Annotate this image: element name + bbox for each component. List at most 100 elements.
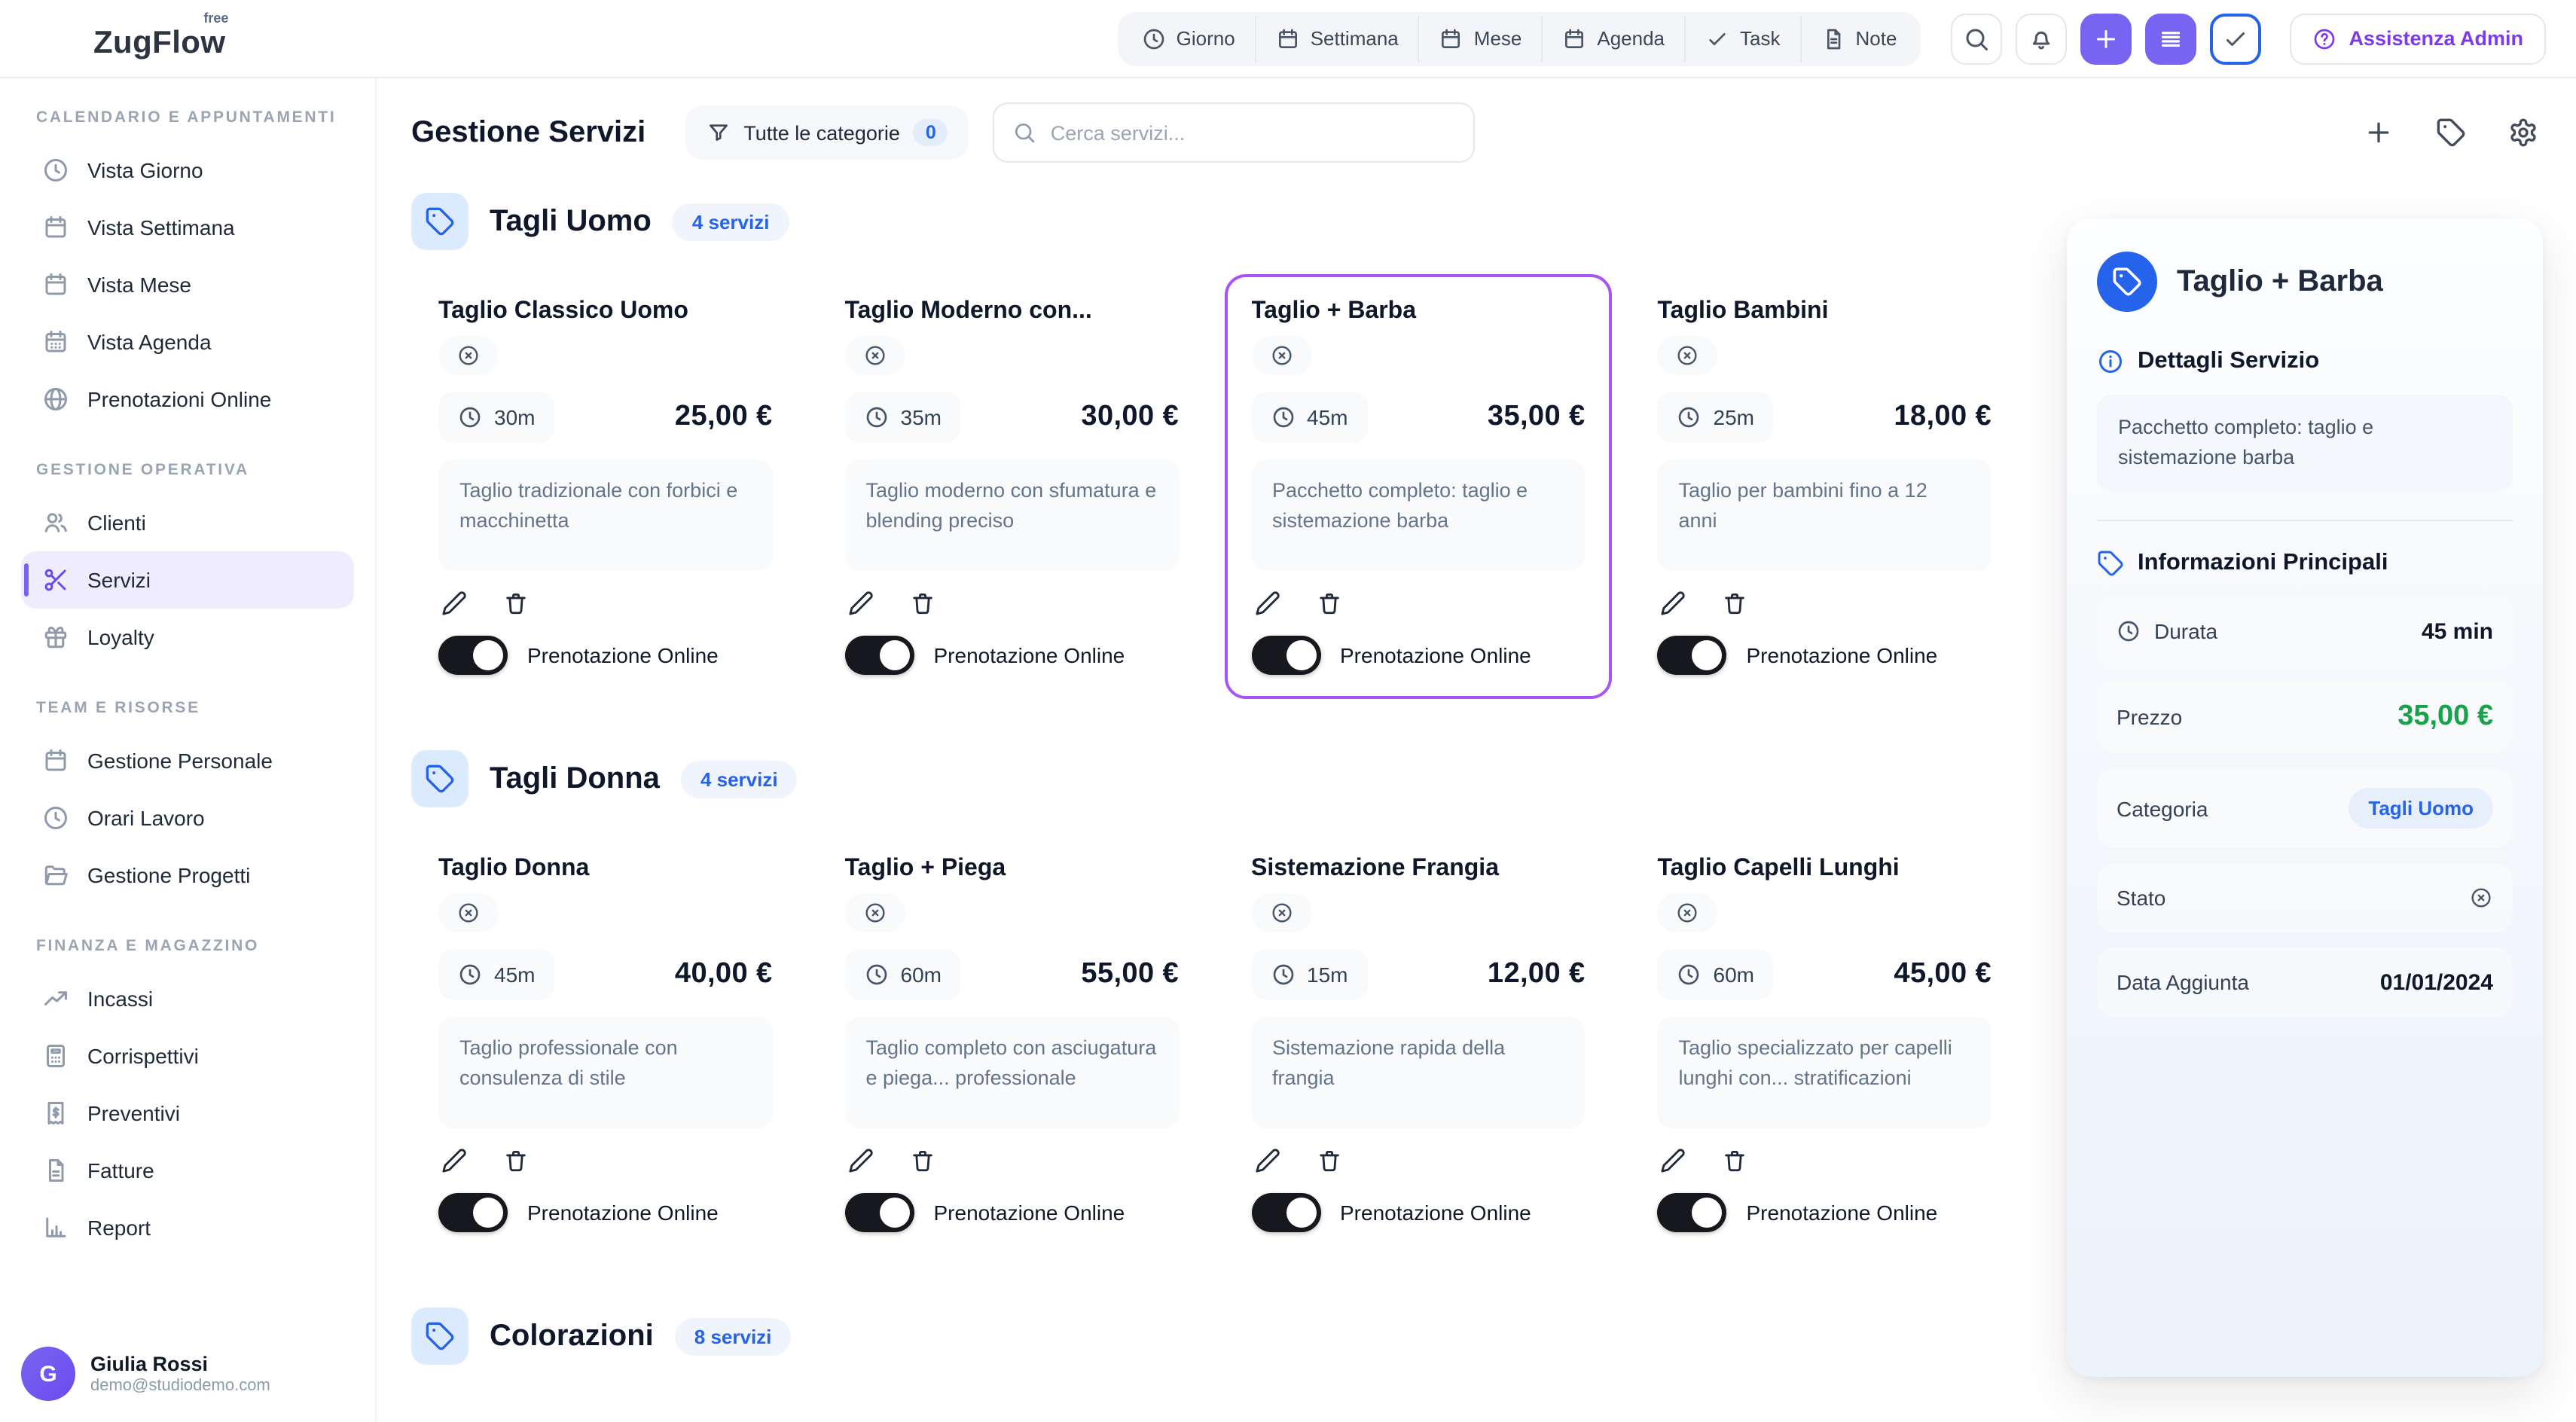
pencil-icon bbox=[848, 1148, 874, 1173]
tab-note[interactable]: Note bbox=[1800, 16, 1917, 61]
category-tag-icon bbox=[411, 1308, 469, 1365]
service-card[interactable]: Taglio Classico Uomo 30m 25,00 € Taglio … bbox=[411, 274, 800, 699]
delete-button[interactable] bbox=[1316, 1148, 1341, 1173]
service-card[interactable]: Sistemazione Frangia 15m 12,00 € Sistema… bbox=[1224, 832, 1613, 1256]
tab-agenda[interactable]: Agenda bbox=[1541, 16, 1684, 61]
sidebar-item-fatture[interactable]: Fatture bbox=[21, 1142, 354, 1199]
tag-icon bbox=[2097, 550, 2124, 577]
sidebar-item-report[interactable]: Report bbox=[21, 1199, 354, 1256]
add-service-button[interactable] bbox=[2364, 117, 2394, 152]
delete-button[interactable] bbox=[1723, 1148, 1748, 1173]
atom-logo-icon bbox=[30, 13, 81, 64]
edit-button[interactable] bbox=[441, 590, 467, 616]
tab-giorno[interactable]: Giorno bbox=[1122, 16, 1255, 61]
tab-mese[interactable]: Mese bbox=[1418, 16, 1542, 61]
gear-icon bbox=[2508, 117, 2538, 148]
edit-button[interactable] bbox=[1254, 590, 1280, 616]
brand-logo[interactable]: ZugFlow free bbox=[30, 13, 225, 64]
sidebar-item-preventivi[interactable]: Preventivi bbox=[21, 1085, 354, 1142]
settings-button[interactable] bbox=[2508, 117, 2538, 152]
user-profile[interactable]: G Giulia Rossi demo@studiodemo.com bbox=[21, 1347, 354, 1401]
calendar-icon bbox=[42, 214, 69, 241]
info-icon bbox=[2097, 348, 2124, 375]
edit-button[interactable] bbox=[1254, 1148, 1280, 1173]
sidebar-item-gestione-progetti[interactable]: Gestione Progetti bbox=[21, 847, 354, 904]
online-booking-toggle[interactable] bbox=[1251, 1193, 1320, 1232]
note-icon bbox=[1821, 26, 1845, 50]
delete-button[interactable] bbox=[910, 1148, 935, 1173]
service-description: Taglio per bambini fino a 12 anni bbox=[1658, 459, 1992, 571]
sidebar-item-label: Gestione Personale bbox=[87, 749, 273, 773]
x-circle-icon bbox=[1269, 343, 1293, 368]
online-booking-toggle[interactable] bbox=[845, 636, 914, 675]
calendar-icon bbox=[1562, 26, 1586, 50]
price-label: 25,00 € bbox=[675, 401, 773, 434]
service-card[interactable]: Taglio Donna 45m 40,00 € Taglio professi… bbox=[411, 832, 800, 1256]
sidebar-item-vista-giorno[interactable]: Vista Giorno bbox=[21, 142, 354, 199]
sidebar-item-vista-settimana[interactable]: Vista Settimana bbox=[21, 199, 354, 256]
edit-button[interactable] bbox=[848, 1148, 874, 1173]
search-input[interactable] bbox=[1051, 121, 1456, 144]
service-card-selected[interactable]: Taglio + Barba 45m 35,00 € Pacchetto com… bbox=[1224, 274, 1613, 699]
info-row-prezzo: Prezzo 35,00 € bbox=[2097, 681, 2513, 753]
sidebar-item-loyalty[interactable]: Loyalty bbox=[21, 609, 354, 666]
category-tag-icon bbox=[411, 750, 469, 807]
tab-task[interactable]: Task bbox=[1684, 16, 1799, 61]
online-booking-toggle[interactable] bbox=[438, 1193, 508, 1232]
search-button[interactable] bbox=[1951, 13, 2002, 64]
delete-button[interactable] bbox=[1316, 590, 1341, 616]
menu-button[interactable] bbox=[2145, 13, 2196, 64]
edit-button[interactable] bbox=[1661, 1148, 1686, 1173]
sidebar-item-vista-agenda[interactable]: Vista Agenda bbox=[21, 313, 354, 371]
categories-button[interactable] bbox=[2436, 117, 2466, 152]
delete-button[interactable] bbox=[503, 590, 529, 616]
tasks-done-button[interactable] bbox=[2210, 13, 2261, 64]
x-circle-icon bbox=[456, 901, 481, 925]
online-booking-toggle[interactable] bbox=[845, 1193, 914, 1232]
edit-button[interactable] bbox=[848, 590, 874, 616]
sidebar-item-prenotazioni-online[interactable]: Prenotazioni Online bbox=[21, 371, 354, 428]
sidebar-item-orari-lavoro[interactable]: Orari Lavoro bbox=[21, 789, 354, 847]
admin-support-button[interactable]: Assistenza Admin bbox=[2290, 13, 2546, 64]
sidebar-item-vista-mese[interactable]: Vista Mese bbox=[21, 256, 354, 313]
categoria-value-badge[interactable]: Tagli Uomo bbox=[2349, 788, 2493, 828]
category-section-tagli-donna: Tagli Donna 4 servizi Taglio Donna 45m 4… bbox=[411, 750, 2019, 1256]
search-icon bbox=[1013, 121, 1037, 145]
service-card[interactable]: Taglio Moderno con... 35m 30,00 € Taglio… bbox=[818, 274, 1207, 699]
sidebar-item-label: Vista Giorno bbox=[87, 158, 203, 182]
services-search[interactable] bbox=[993, 102, 1476, 163]
online-booking-toggle[interactable] bbox=[1658, 636, 1727, 675]
edit-button[interactable] bbox=[441, 1148, 467, 1173]
online-booking-toggle[interactable] bbox=[1658, 1193, 1727, 1232]
online-booking-toggle[interactable] bbox=[1251, 636, 1320, 675]
notifications-button[interactable] bbox=[2016, 13, 2067, 64]
sidebar-item-servizi[interactable]: Servizi bbox=[21, 551, 354, 609]
tab-label: Mese bbox=[1474, 27, 1522, 50]
service-card[interactable]: Taglio + Piega 60m 55,00 € Taglio comple… bbox=[818, 832, 1207, 1256]
service-title: Taglio Capelli Lunghi bbox=[1658, 856, 1992, 883]
sidebar-item-incassi[interactable]: Incassi bbox=[21, 970, 354, 1027]
duration-value: 35m bbox=[901, 405, 942, 429]
user-email: demo@studiodemo.com bbox=[90, 1377, 270, 1395]
add-button[interactable] bbox=[2080, 13, 2132, 64]
service-title: Taglio Bambini bbox=[1658, 298, 1992, 325]
duration-pill: 35m bbox=[845, 392, 961, 443]
online-booking-label: Prenotazione Online bbox=[934, 1201, 1125, 1225]
sidebar-item-clienti[interactable]: Clienti bbox=[21, 494, 354, 551]
delete-button[interactable] bbox=[1723, 590, 1748, 616]
admin-support-label: Assistenza Admin bbox=[2349, 27, 2523, 50]
service-card[interactable]: Taglio Capelli Lunghi 60m 45,00 € Taglio… bbox=[1631, 832, 2019, 1256]
service-card[interactable]: Taglio Bambini 25m 18,00 € Taglio per ba… bbox=[1631, 274, 2019, 699]
edit-button[interactable] bbox=[1661, 590, 1686, 616]
sidebar-item-corrispettivi[interactable]: Corrispettivi bbox=[21, 1027, 354, 1085]
tab-settimana[interactable]: Settimana bbox=[1255, 16, 1418, 61]
delete-button[interactable] bbox=[503, 1148, 529, 1173]
pencil-icon bbox=[1661, 590, 1686, 616]
trash-icon bbox=[910, 590, 935, 616]
duration-value: 45m bbox=[1307, 405, 1348, 429]
delete-button[interactable] bbox=[910, 590, 935, 616]
category-filter[interactable]: Tutte le categorie 0 bbox=[685, 105, 969, 160]
sidebar-item-gestione-personale[interactable]: Gestione Personale bbox=[21, 732, 354, 789]
online-booking-toggle[interactable] bbox=[438, 636, 508, 675]
sidebar-item-label: Incassi bbox=[87, 987, 153, 1011]
